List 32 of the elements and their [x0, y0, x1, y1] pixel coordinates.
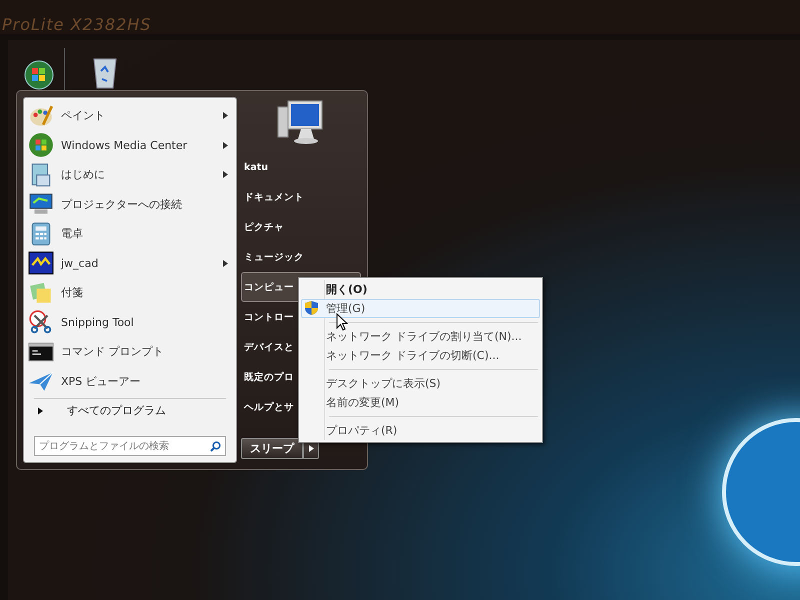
scissors-icon [28, 309, 54, 336]
media-icon [28, 132, 54, 158]
program-item[interactable]: Windows Media Center [24, 130, 236, 160]
start-orb-icon[interactable] [24, 60, 54, 90]
program-item[interactable]: XPS ビューアー [24, 366, 236, 396]
menu-item[interactable]: デスクトップに表示(S) [301, 374, 540, 393]
all-programs-link[interactable]: すべてのプログラム [38, 403, 166, 418]
arrow-icon [38, 406, 43, 414]
menu-item[interactable]: 開く(O) [301, 280, 540, 299]
menu-item[interactable]: ネットワーク ドライブの割り当て(N)... [301, 327, 540, 346]
arrow-icon [308, 445, 314, 452]
menu-item[interactable]: プロパティ(R) [301, 421, 540, 440]
sleep-button[interactable]: スリープ [241, 438, 303, 459]
mouse-pointer-icon [336, 313, 348, 331]
monitor-model-label: ProLite X2382HS [2, 15, 152, 34]
program-item[interactable]: ペイント [24, 101, 236, 130]
program-item[interactable]: はじめに [24, 160, 236, 190]
menu-item[interactable]: 名前の変更(M) [301, 393, 540, 412]
start-menu-link[interactable]: ピクチャ [241, 212, 361, 242]
search-icon [210, 441, 221, 452]
program-item[interactable]: コマンド プロンプト [24, 337, 236, 366]
program-item[interactable]: jw_cad [24, 248, 236, 278]
start-menu-link[interactable]: ドキュメント [241, 182, 361, 212]
program-item[interactable]: 電卓 [24, 219, 236, 248]
menu-item[interactable]: 管理(G) [301, 299, 540, 318]
program-item[interactable]: 付箋 [24, 278, 236, 308]
search-field[interactable]: プログラムとファイルの検索 [34, 436, 226, 456]
menu-item[interactable]: ネットワーク ドライブの切断(C)... [301, 346, 540, 365]
start-menu-link[interactable]: katu [241, 152, 361, 182]
start-menu-link[interactable]: ミュージック [241, 242, 361, 272]
program-item[interactable]: Snipping Tool [24, 308, 236, 337]
program-item[interactable]: プロジェクターへの接続 [24, 190, 236, 219]
